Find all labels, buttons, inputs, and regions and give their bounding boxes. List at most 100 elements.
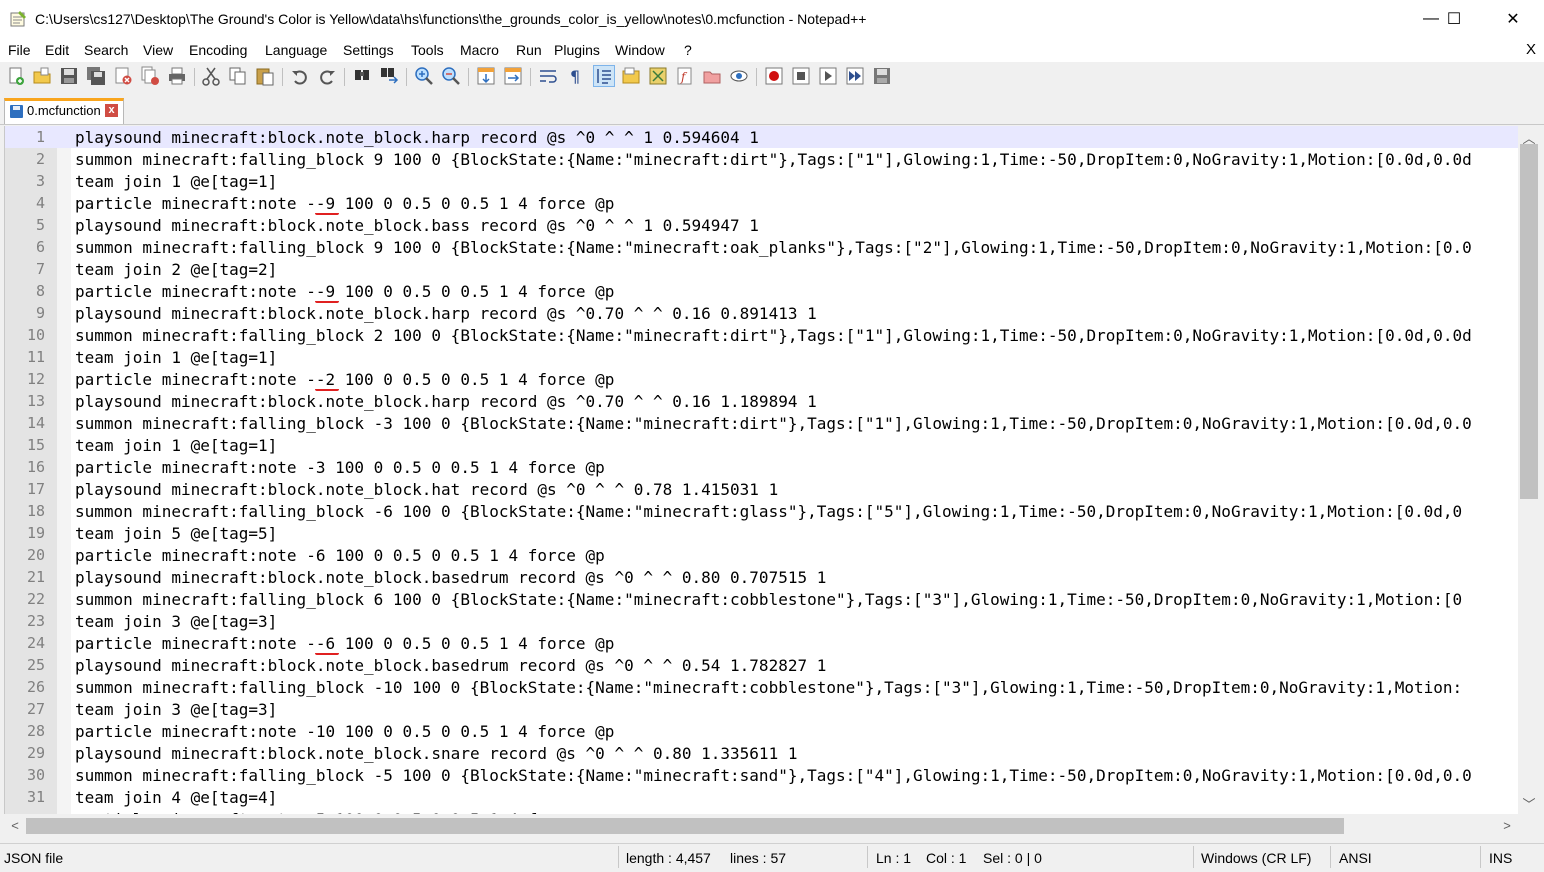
code-line[interactable]: 14 summon minecraft:falling_block -3 100 … (5, 412, 1519, 434)
menu-search[interactable]: Search (84, 42, 128, 58)
redo-icon[interactable] (317, 66, 337, 86)
notepad-plus-plus-app-icon[interactable] (10, 10, 27, 27)
code-line[interactable]: 13 playsound minecraft:block.note_block.h… (5, 390, 1519, 412)
code-line[interactable]: 2 summon minecraft:falling_block 9 100 0 … (5, 148, 1519, 170)
code-line[interactable]: 31 team join 4 @e[tag=4] (5, 786, 1519, 808)
vertical-scrollbar[interactable]: ︿ ﹀ (1518, 126, 1540, 814)
code-line[interactable]: 21 playsound minecraft:block.note_block.b… (5, 566, 1519, 588)
code-text: team join 1 @e[tag=1] (75, 436, 278, 455)
code-line[interactable]: 7 team join 2 @e[tag=2] (5, 258, 1519, 280)
user-language-icon[interactable] (621, 66, 641, 86)
vertical-scroll-thumb[interactable] (1520, 144, 1538, 499)
tab-0-mcfunction[interactable]: 0.mcfunction x (4, 98, 124, 124)
horizontal-scroll-thumb[interactable] (26, 818, 1344, 834)
code-line[interactable]: 25 playsound minecraft:block.note_block.b… (5, 654, 1519, 676)
code-line[interactable]: 12 particle minecraft:note --2 100 0 0.5 … (5, 368, 1519, 391)
code-line[interactable]: 20 particle minecraft:note -6 100 0 0.5 0… (5, 544, 1519, 566)
menu-window[interactable]: Window (615, 42, 665, 58)
code-editor[interactable]: 1 playsound minecraft:block.note_block.ha… (4, 126, 1519, 814)
menu-language[interactable]: Language (265, 42, 327, 58)
code-line[interactable]: 6 summon minecraft:falling_block 9 100 0 … (5, 236, 1519, 258)
scroll-right-icon[interactable]: > (1496, 818, 1518, 833)
menu-view[interactable]: View (143, 42, 173, 58)
word-wrap-icon[interactable] (538, 66, 558, 86)
code-text: summon minecraft:falling_block 6 100 0 {… (75, 590, 1463, 609)
indent-guide-icon[interactable] (593, 65, 615, 87)
save-all-icon[interactable] (86, 66, 106, 86)
close-all-icon[interactable] (140, 66, 160, 86)
print-icon[interactable] (167, 66, 187, 86)
code-line[interactable]: 22 summon minecraft:falling_block 6 100 0… (5, 588, 1519, 610)
close-window-button[interactable]: ✕ (1490, 0, 1536, 38)
new-file-icon[interactable] (6, 66, 26, 86)
code-line[interactable]: 11 team join 1 @e[tag=1] (5, 346, 1519, 368)
close-icon[interactable] (113, 66, 133, 86)
code-line[interactable]: 23 team join 3 @e[tag=3] (5, 610, 1519, 632)
code-line[interactable]: 3 team join 1 @e[tag=1] (5, 170, 1519, 192)
find-icon[interactable] (352, 66, 372, 86)
function-list-icon[interactable]: f (675, 66, 695, 86)
code-line[interactable]: 18 summon minecraft:falling_block -6 100 … (5, 500, 1519, 522)
code-line[interactable]: 26 summon minecraft:falling_block -10 100… (5, 676, 1519, 698)
code-line[interactable]: 28 particle minecraft:note -10 100 0 0.5 … (5, 720, 1519, 742)
code-line[interactable]: 19 team join 5 @e[tag=5] (5, 522, 1519, 544)
show-all-characters-icon[interactable]: ¶ (565, 66, 585, 86)
menu-edit[interactable]: Edit (45, 42, 69, 58)
menu-encoding[interactable]: Encoding (189, 42, 247, 58)
line-number: 15 (26, 436, 45, 454)
play-macro-icon[interactable] (818, 66, 838, 86)
menu-tools[interactable]: Tools (411, 42, 444, 58)
code-line[interactable]: 4 particle minecraft:note --9 100 0 0.5 0… (5, 192, 1519, 215)
menu-file[interactable]: File (8, 42, 31, 58)
menu-macro[interactable]: Macro (460, 42, 499, 58)
close-document-button[interactable]: X (1526, 41, 1536, 58)
code-line[interactable]: 9 playsound minecraft:block.note_block.ha… (5, 302, 1519, 324)
status-eol-format[interactable]: Windows (CR LF) (1201, 850, 1311, 866)
code-line[interactable]: 24 particle minecraft:note --6 100 0 0.5 … (5, 632, 1519, 655)
code-line[interactable]: 17 playsound minecraft:block.note_block.h… (5, 478, 1519, 500)
document-map-icon[interactable] (648, 66, 668, 86)
code-line[interactable]: 5 playsound minecraft:block.note_block.ba… (5, 214, 1519, 236)
code-text: team join 2 @e[tag=2] (75, 260, 278, 279)
zoom-out-icon[interactable] (441, 66, 461, 86)
zoom-in-icon[interactable] (414, 66, 434, 86)
horizontal-scrollbar[interactable]: < > (4, 815, 1518, 837)
code-line[interactable]: 27 team join 3 @e[tag=3] (5, 698, 1519, 720)
code-line[interactable]: 16 particle minecraft:note -3 100 0 0.5 0… (5, 456, 1519, 478)
maximize-button[interactable]: ☐ (1431, 0, 1477, 38)
sync-horizontal-icon[interactable] (503, 66, 523, 86)
run-macro-multiple-icon[interactable] (845, 66, 865, 86)
code-line[interactable]: 15 team join 1 @e[tag=1] (5, 434, 1519, 456)
code-text: summon minecraft:falling_block 2 100 0 {… (75, 326, 1472, 345)
code-line-partial[interactable]: particle minecraft:note -5 100 0 0.5 0 0… (5, 808, 1519, 814)
replace-icon[interactable] (379, 66, 399, 86)
code-line[interactable]: 10 summon minecraft:falling_block 2 100 0… (5, 324, 1519, 346)
code-line[interactable]: 1 playsound minecraft:block.note_block.ha… (5, 126, 1519, 148)
code-line[interactable]: 30 summon minecraft:falling_block -5 100 … (5, 764, 1519, 786)
save-macro-icon[interactable] (872, 66, 892, 86)
menu-settings[interactable]: Settings (343, 42, 394, 58)
save-icon[interactable] (59, 66, 79, 86)
code-text: team join 3 @e[tag=3] (75, 700, 278, 719)
menu-help[interactable]: ? (684, 42, 692, 58)
stop-macro-icon[interactable] (791, 66, 811, 86)
menu-plugins[interactable]: Plugins (554, 42, 600, 58)
cut-icon[interactable] (201, 66, 221, 86)
line-number: 26 (26, 678, 45, 696)
copy-icon[interactable] (228, 66, 248, 86)
tab-close-icon[interactable]: x (105, 104, 118, 117)
code-text: playsound minecraft:block.note_block.bas… (75, 656, 827, 675)
scroll-left-icon[interactable]: < (4, 818, 26, 833)
record-macro-icon[interactable] (764, 66, 784, 86)
undo-icon[interactable] (290, 66, 310, 86)
paste-icon[interactable] (255, 66, 275, 86)
scroll-down-icon[interactable]: ﹀ (1518, 794, 1540, 813)
sync-vertical-icon[interactable] (476, 66, 496, 86)
open-file-icon[interactable] (32, 66, 52, 86)
status-encoding[interactable]: ANSI (1339, 850, 1372, 866)
code-line[interactable]: 8 particle minecraft:note --9 100 0 0.5 0… (5, 280, 1519, 303)
folder-as-workspace-icon[interactable] (702, 66, 722, 86)
menu-run[interactable]: Run (516, 42, 542, 58)
monitoring-icon[interactable] (729, 66, 749, 86)
code-line[interactable]: 29 playsound minecraft:block.note_block.s… (5, 742, 1519, 764)
